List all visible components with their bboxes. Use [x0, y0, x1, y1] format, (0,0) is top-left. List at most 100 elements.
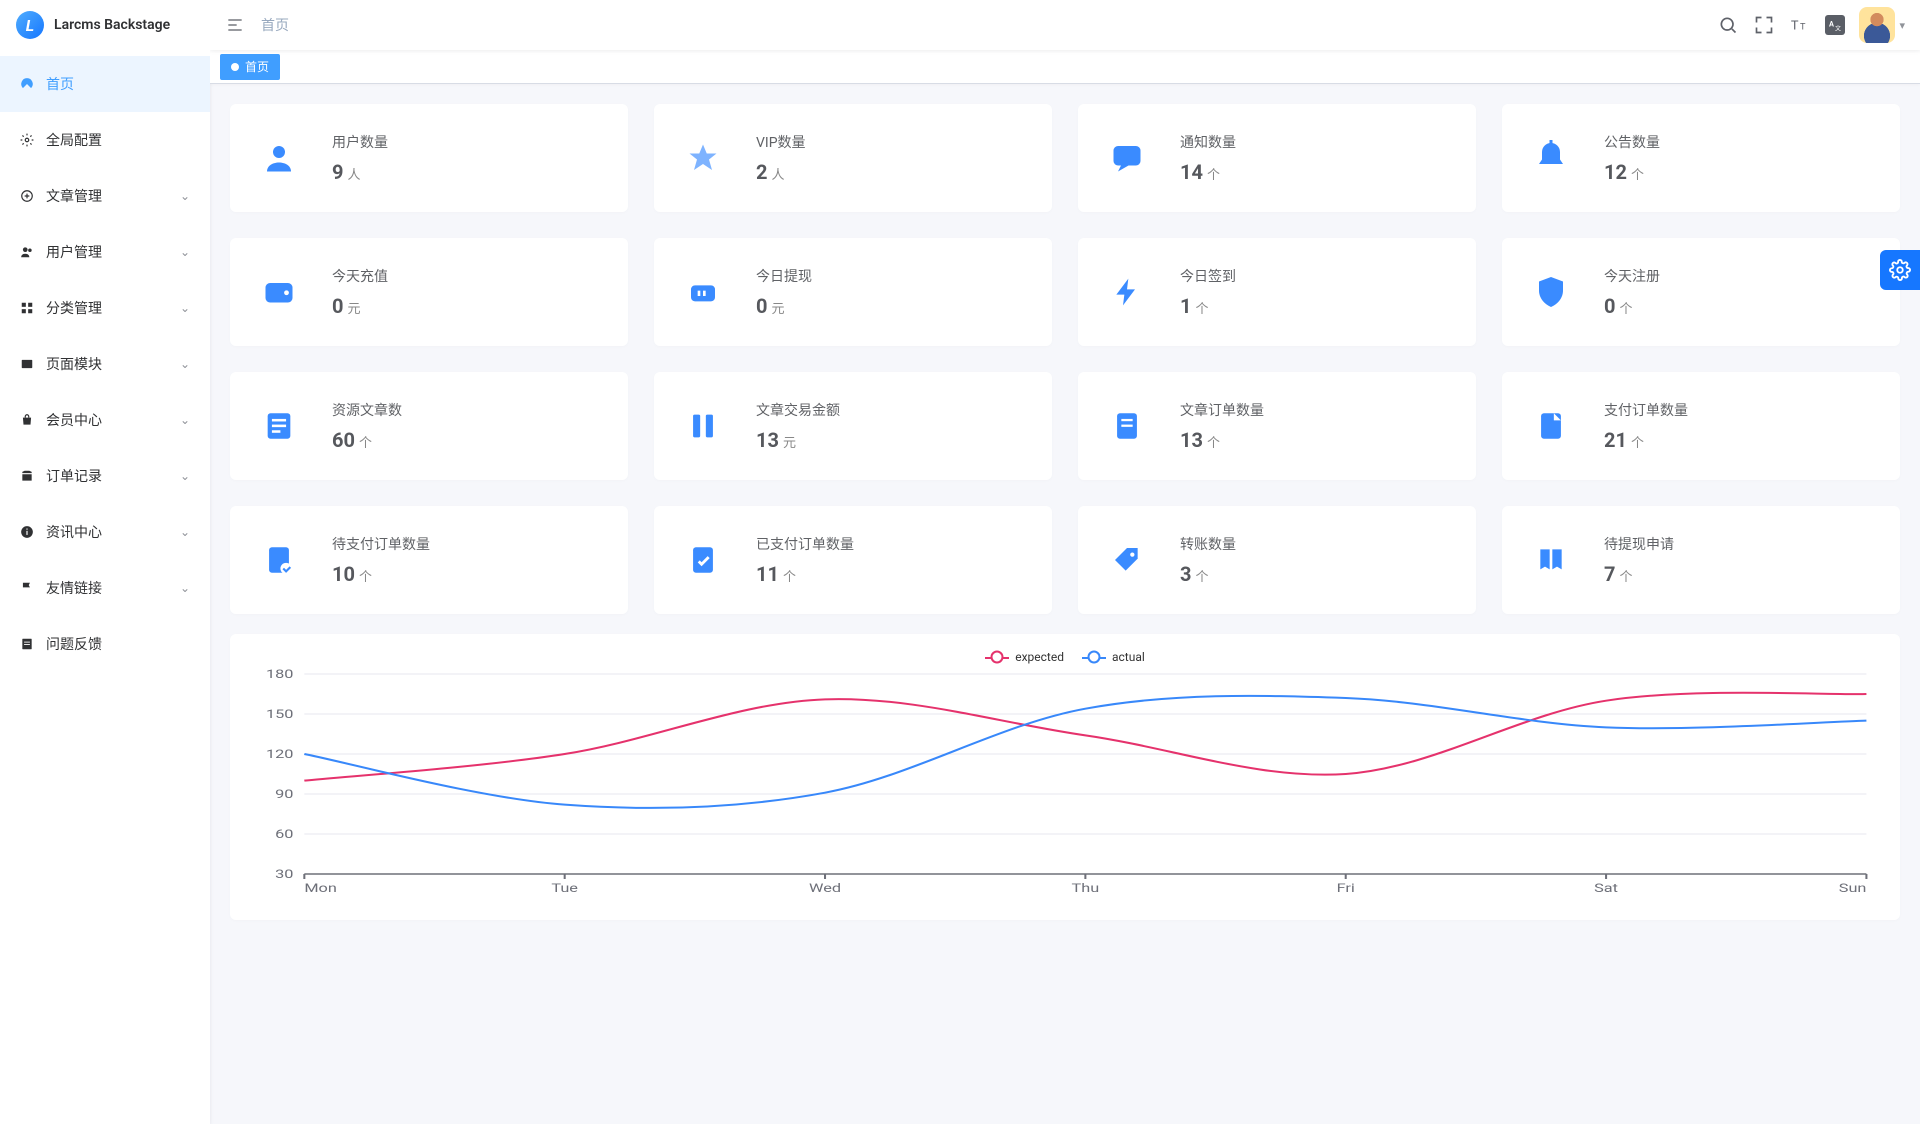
sidebar-item-label: 用户管理 [46, 242, 168, 262]
stat-card[interactable]: 今天注册0 个 [1502, 238, 1900, 346]
legend-expected[interactable]: expected [985, 650, 1064, 664]
stat-card[interactable]: 通知数量 14 个 [1078, 104, 1476, 212]
legend-actual[interactable]: actual [1082, 650, 1145, 664]
user-menu[interactable]: ▾ [1859, 7, 1905, 43]
tab-home[interactable]: 首页 [220, 54, 280, 80]
chart-legend: expected actual [240, 644, 1890, 668]
card-value: 2 人 [756, 160, 806, 184]
legend-swatch-actual [1082, 652, 1106, 662]
sidebar-item-article[interactable]: 文章管理⌄ [0, 168, 210, 224]
card-title: 转账数量 [1180, 534, 1236, 554]
cols-icon [680, 403, 726, 449]
card-value: 9 人 [332, 160, 388, 184]
fullscreen-icon[interactable] [1753, 14, 1775, 36]
sidebar-item-flag[interactable]: 友情链接⌄ [0, 560, 210, 616]
category-icon [20, 301, 34, 315]
card-value: 13 元 [756, 428, 840, 452]
settings-fab[interactable] [1880, 250, 1920, 290]
chat-icon [1104, 135, 1150, 181]
card-value: 21 个 [1604, 428, 1688, 452]
svg-text:Thu: Thu [1072, 882, 1100, 895]
stat-card[interactable]: 今天充值 0 元 [230, 238, 628, 346]
content: 用户数量 9 人 VIP数量2 人 通知数量 14 个 公告数量12 个今天充值 0 元 今日… [210, 84, 1920, 1124]
sidebar-item-order[interactable]: 订单记录⌄ [0, 448, 210, 504]
gear-icon [20, 133, 34, 147]
stat-card[interactable]: 待支付订单数量10 个 [230, 506, 628, 614]
stat-card[interactable]: 用户数量 9 人 [230, 104, 628, 212]
sidebar-item-gear[interactable]: 全局配置 [0, 112, 210, 168]
card-unit: 个 [1195, 566, 1208, 585]
svg-text:150: 150 [266, 708, 293, 721]
search-icon[interactable] [1717, 14, 1739, 36]
svg-text:A: A [1829, 19, 1834, 28]
file3-icon [256, 537, 302, 583]
stat-card[interactable]: 支付订单数量 21 个 [1502, 372, 1900, 480]
card-value: 14 个 [1180, 160, 1236, 184]
card-unit: 个 [1631, 164, 1644, 183]
sidebar-item-info[interactable]: 资讯中心 ⌄ [0, 504, 210, 560]
stat-card[interactable]: VIP数量2 人 [654, 104, 1052, 212]
sidebar-item-feedback[interactable]: 问题反馈 [0, 616, 210, 672]
stat-card[interactable]: 转账数量 3 个 [1078, 506, 1476, 614]
hamburger-icon[interactable] [225, 15, 245, 35]
sidebar-item-label: 问题反馈 [46, 634, 190, 654]
legend-label: expected [1015, 650, 1064, 664]
line-chart: 306090120150180MonTueWedThuFriSatSun [250, 668, 1880, 898]
sidebar-item-users[interactable]: 用户管理⌄ [0, 224, 210, 280]
card-value: 7 个 [1604, 562, 1674, 586]
card-value: 3 个 [1180, 562, 1236, 586]
stat-card[interactable]: 公告数量12 个 [1502, 104, 1900, 212]
svg-text:Sat: Sat [1594, 882, 1618, 895]
breadcrumb: 首页 [261, 15, 1701, 35]
card-value: 0 元 [332, 294, 388, 318]
file2-icon [1528, 403, 1574, 449]
card-title: 支付订单数量 [1604, 400, 1688, 420]
sidebar-item-member[interactable]: 会员中心⌄ [0, 392, 210, 448]
card-info: 已支付订单数量11 个 [756, 534, 854, 586]
fontsize-icon[interactable]: TT [1789, 14, 1811, 36]
chevron-down-icon: ⌄ [180, 525, 190, 539]
stat-card[interactable]: 待提现申请7 个 [1502, 506, 1900, 614]
card-value: 12 个 [1604, 160, 1660, 184]
sidebar-item-page[interactable]: 页面模块⌄ [0, 336, 210, 392]
member-icon [20, 413, 34, 427]
sidebar-item-category[interactable]: 分类管理⌄ [0, 280, 210, 336]
doc-icon [256, 403, 302, 449]
card-title: 今天充值 [332, 266, 388, 286]
logo[interactable]: L Larcms Backstage [0, 0, 210, 50]
stat-card[interactable]: 今日提现0 元 [654, 238, 1052, 346]
sidebar-item-label: 订单记录 [46, 466, 168, 486]
file4-icon [680, 537, 726, 583]
sidebar-item-label: 文章管理 [46, 186, 168, 206]
card-title: 通知数量 [1180, 132, 1236, 152]
stat-card[interactable]: 已支付订单数量11 个 [654, 506, 1052, 614]
stat-card[interactable]: 文章交易金额13 元 [654, 372, 1052, 480]
file-icon [1104, 403, 1150, 449]
card-unit: 个 [783, 566, 796, 585]
stat-card[interactable]: 今日签到1 个 [1078, 238, 1476, 346]
card-info: 今日签到1 个 [1180, 266, 1236, 318]
card-title: 今日签到 [1180, 266, 1236, 286]
legend-label: actual [1112, 650, 1145, 664]
sidebar-item-dashboard[interactable]: 首页 [0, 56, 210, 112]
sidebar-item-label: 页面模块 [46, 354, 168, 374]
svg-text:Wed: Wed [809, 882, 841, 895]
dashboard-icon [20, 77, 34, 91]
sidebar-item-label: 资讯中心 [46, 522, 168, 542]
card-value: 13 个 [1180, 428, 1264, 452]
card-value: 11 个 [756, 562, 854, 586]
svg-text:Sun: Sun [1839, 882, 1867, 895]
card-title: 文章订单数量 [1180, 400, 1264, 420]
sidebar-item-label: 友情链接 [46, 578, 168, 598]
card-info: 转账数量 3 个 [1180, 534, 1236, 586]
svg-text:90: 90 [275, 788, 293, 801]
bolt-icon [1104, 269, 1150, 315]
header-tools: TT A文 ▾ [1717, 7, 1905, 43]
language-icon[interactable]: A文 [1825, 15, 1845, 35]
stat-card[interactable]: 资源文章数60 个 [230, 372, 628, 480]
card-title: 资源文章数 [332, 400, 402, 420]
card-title: 用户数量 [332, 132, 388, 152]
stat-cards-grid: 用户数量 9 人 VIP数量2 人 通知数量 14 个 公告数量12 个今天充值 0 元 今日… [230, 104, 1900, 614]
stat-card[interactable]: 文章订单数量 13 个 [1078, 372, 1476, 480]
users-icon [20, 245, 34, 259]
